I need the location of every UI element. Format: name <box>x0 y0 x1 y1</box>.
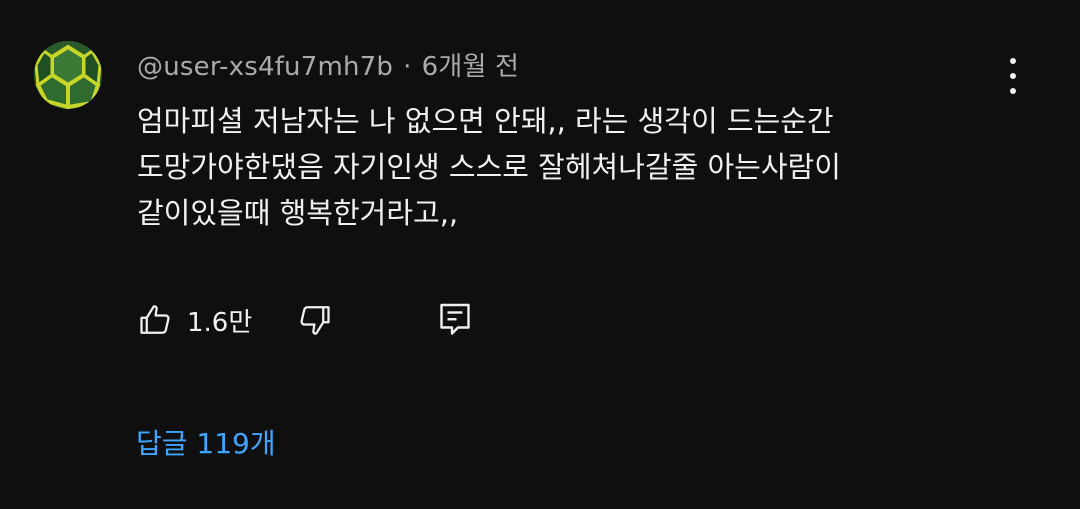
comment-icon <box>440 303 470 335</box>
turtle-shell-avatar-icon <box>34 41 102 109</box>
reply-button[interactable] <box>437 298 473 342</box>
more-dot-icon <box>1010 73 1016 79</box>
comment-meta: @user-xs4fu7mh7b · 6개월 전 <box>137 46 519 83</box>
comment-text: 엄마피셜 저남자는 나 없으면 안돼,, 라는 생각이 드는순간 도망가야한댔음… <box>137 104 841 230</box>
view-replies-button[interactable]: 답글 119개 <box>136 422 276 462</box>
thumb-down-icon <box>300 306 330 335</box>
like-button[interactable]: 1.6만 <box>137 298 252 342</box>
thumb-up-icon <box>140 305 170 334</box>
dislike-button[interactable] <box>297 298 333 342</box>
comment-actions: 1.6만 <box>137 298 637 342</box>
comment-thread: @user-xs4fu7mh7b · 6개월 전 엄마피셜 저남자는 나 없으면 안… <box>0 0 1080 509</box>
more-dot-icon <box>1010 88 1016 94</box>
more-options-button[interactable] <box>995 56 1031 96</box>
avatar[interactable] <box>34 41 102 109</box>
timestamp: 6개월 전 <box>421 52 520 82</box>
meta-separator: · <box>403 52 412 82</box>
like-count: 1.6만 <box>187 307 253 338</box>
more-dot-icon <box>1010 58 1016 64</box>
username[interactable]: @user-xs4fu7mh7b <box>137 52 393 82</box>
